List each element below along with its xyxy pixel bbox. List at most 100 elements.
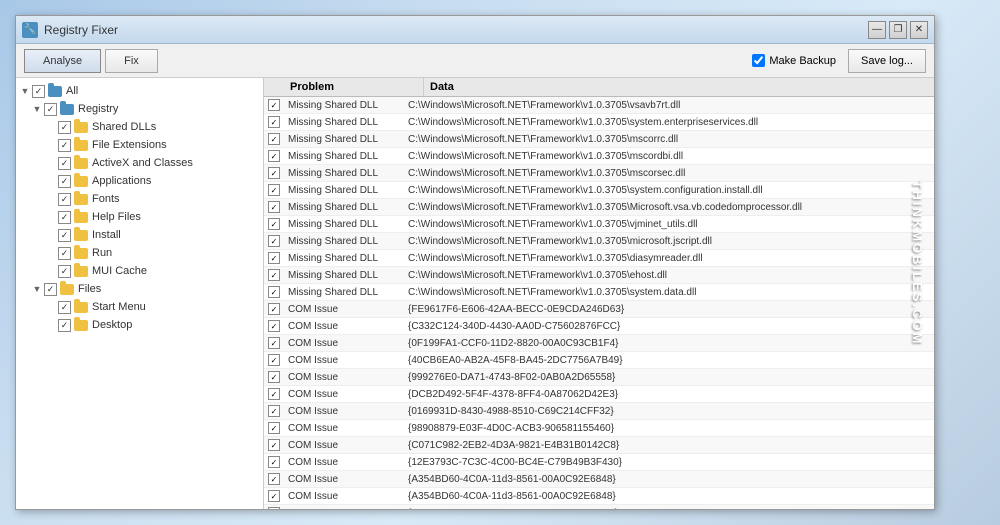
close-button[interactable]: ✕ bbox=[910, 21, 928, 39]
tree-item-desktop[interactable]: ▶ Desktop bbox=[16, 316, 263, 334]
tree-item-activex[interactable]: ▶ ActiveX and Classes bbox=[16, 154, 263, 172]
checkbox-activex[interactable] bbox=[58, 157, 71, 170]
row-check-15[interactable]: ✓ bbox=[264, 354, 284, 366]
row-checkbox-0[interactable]: ✓ bbox=[268, 99, 280, 111]
row-checkbox-11[interactable]: ✓ bbox=[268, 286, 280, 298]
row-checkbox-14[interactable]: ✓ bbox=[268, 337, 280, 349]
row-checkbox-18[interactable]: ✓ bbox=[268, 405, 280, 417]
checkbox-all[interactable] bbox=[32, 85, 45, 98]
row-check-24[interactable]: ✓ bbox=[264, 507, 284, 509]
row-checkbox-3[interactable]: ✓ bbox=[268, 150, 280, 162]
table-row[interactable]: ✓ Missing Shared DLL C:\Windows\Microsof… bbox=[264, 97, 934, 114]
checkbox-registry[interactable] bbox=[44, 103, 57, 116]
row-checkbox-9[interactable]: ✓ bbox=[268, 252, 280, 264]
row-check-20[interactable]: ✓ bbox=[264, 439, 284, 451]
analyse-button[interactable]: Analyse bbox=[24, 49, 101, 73]
row-checkbox-16[interactable]: ✓ bbox=[268, 371, 280, 383]
table-row[interactable]: ✓ COM Issue {A354BD60-4C0A-11d3-8561-00A… bbox=[264, 471, 934, 488]
row-check-19[interactable]: ✓ bbox=[264, 422, 284, 434]
table-row[interactable]: ✓ Missing Shared DLL C:\Windows\Microsof… bbox=[264, 250, 934, 267]
table-row[interactable]: ✓ COM Issue {EE2D6561-D63C-11D2-8561-00A… bbox=[264, 505, 934, 509]
expand-registry-icon[interactable]: ▼ bbox=[30, 102, 44, 116]
make-backup-checkbox[interactable] bbox=[752, 54, 765, 67]
tree-item-start-menu[interactable]: ▶ Start Menu bbox=[16, 298, 263, 316]
table-row[interactable]: ✓ Missing Shared DLL C:\Windows\Microsof… bbox=[264, 216, 934, 233]
checkbox-run[interactable] bbox=[58, 247, 71, 260]
row-checkbox-8[interactable]: ✓ bbox=[268, 235, 280, 247]
row-check-13[interactable]: ✓ bbox=[264, 320, 284, 332]
row-check-11[interactable]: ✓ bbox=[264, 286, 284, 298]
table-row[interactable]: ✓ Missing Shared DLL C:\Windows\Microsof… bbox=[264, 182, 934, 199]
table-row[interactable]: ✓ COM Issue {FE9617F6-E606-42AA-BECC-0E9… bbox=[264, 301, 934, 318]
table-row[interactable]: ✓ Missing Shared DLL C:\Windows\Microsof… bbox=[264, 267, 934, 284]
row-check-8[interactable]: ✓ bbox=[264, 235, 284, 247]
tree-item-mui-cache[interactable]: ▶ MUI Cache bbox=[16, 262, 263, 280]
row-checkbox-24[interactable]: ✓ bbox=[268, 507, 280, 509]
table-row[interactable]: ✓ COM Issue {98908879-E03F-4D0C-ACB3-906… bbox=[264, 420, 934, 437]
row-check-17[interactable]: ✓ bbox=[264, 388, 284, 400]
table-row[interactable]: ✓ Missing Shared DLL C:\Windows\Microsof… bbox=[264, 165, 934, 182]
minimize-button[interactable]: — bbox=[868, 21, 886, 39]
table-row[interactable]: ✓ Missing Shared DLL C:\Windows\Microsof… bbox=[264, 148, 934, 165]
row-check-16[interactable]: ✓ bbox=[264, 371, 284, 383]
table-row[interactable]: ✓ COM Issue {A354BD60-4C0A-11d3-8561-00A… bbox=[264, 488, 934, 505]
table-row[interactable]: ✓ COM Issue {40CB6EA0-AB2A-45F8-BA45-2DC… bbox=[264, 352, 934, 369]
table-row[interactable]: ✓ COM Issue {999276E0-DA71-4743-8F02-0AB… bbox=[264, 369, 934, 386]
checkbox-file-extensions[interactable] bbox=[58, 139, 71, 152]
row-checkbox-21[interactable]: ✓ bbox=[268, 456, 280, 468]
checkbox-files[interactable] bbox=[44, 283, 57, 296]
table-row[interactable]: ✓ COM Issue {C071C982-2EB2-4D3A-9821-E4B… bbox=[264, 437, 934, 454]
row-checkbox-5[interactable]: ✓ bbox=[268, 184, 280, 196]
row-checkbox-13[interactable]: ✓ bbox=[268, 320, 280, 332]
row-check-23[interactable]: ✓ bbox=[264, 490, 284, 502]
expand-all-icon[interactable]: ▼ bbox=[18, 84, 32, 98]
checkbox-desktop[interactable] bbox=[58, 319, 71, 332]
table-row[interactable]: ✓ COM Issue {12E3793C-7C3C-4C00-BC4E-C79… bbox=[264, 454, 934, 471]
tree-item-install[interactable]: ▶ Install bbox=[16, 226, 263, 244]
checkbox-shared-dlls[interactable] bbox=[58, 121, 71, 134]
tree-item-file-extensions[interactable]: ▶ File Extensions bbox=[16, 136, 263, 154]
table-row[interactable]: ✓ Missing Shared DLL C:\Windows\Microsof… bbox=[264, 233, 934, 250]
table-row[interactable]: ✓ Missing Shared DLL C:\Windows\Microsof… bbox=[264, 114, 934, 131]
row-check-6[interactable]: ✓ bbox=[264, 201, 284, 213]
row-check-5[interactable]: ✓ bbox=[264, 184, 284, 196]
restore-button[interactable]: ❐ bbox=[889, 21, 907, 39]
row-checkbox-23[interactable]: ✓ bbox=[268, 490, 280, 502]
tree-item-registry[interactable]: ▼ Registry bbox=[16, 100, 263, 118]
tree-item-applications[interactable]: ▶ Applications bbox=[16, 172, 263, 190]
fix-button[interactable]: Fix bbox=[105, 49, 158, 73]
row-check-22[interactable]: ✓ bbox=[264, 473, 284, 485]
row-checkbox-15[interactable]: ✓ bbox=[268, 354, 280, 366]
row-checkbox-22[interactable]: ✓ bbox=[268, 473, 280, 485]
row-checkbox-12[interactable]: ✓ bbox=[268, 303, 280, 315]
row-check-3[interactable]: ✓ bbox=[264, 150, 284, 162]
row-check-4[interactable]: ✓ bbox=[264, 167, 284, 179]
table-row[interactable]: ✓ COM Issue {0F199FA1-CCF0-11D2-8820-00A… bbox=[264, 335, 934, 352]
row-checkbox-7[interactable]: ✓ bbox=[268, 218, 280, 230]
tree-item-files[interactable]: ▼ Files bbox=[16, 280, 263, 298]
checkbox-install[interactable] bbox=[58, 229, 71, 242]
row-check-21[interactable]: ✓ bbox=[264, 456, 284, 468]
checkbox-fonts[interactable] bbox=[58, 193, 71, 206]
checkbox-help-files[interactable] bbox=[58, 211, 71, 224]
row-checkbox-10[interactable]: ✓ bbox=[268, 269, 280, 281]
row-checkbox-4[interactable]: ✓ bbox=[268, 167, 280, 179]
table-row[interactable]: ✓ COM Issue {DCB2D492-5F4F-4378-8FF4-0A8… bbox=[264, 386, 934, 403]
row-check-0[interactable]: ✓ bbox=[264, 99, 284, 111]
row-checkbox-17[interactable]: ✓ bbox=[268, 388, 280, 400]
save-log-button[interactable]: Save log... bbox=[848, 49, 926, 73]
table-row[interactable]: ✓ Missing Shared DLL C:\Windows\Microsof… bbox=[264, 131, 934, 148]
row-check-7[interactable]: ✓ bbox=[264, 218, 284, 230]
row-check-14[interactable]: ✓ bbox=[264, 337, 284, 349]
row-checkbox-2[interactable]: ✓ bbox=[268, 133, 280, 145]
table-row[interactable]: ✓ COM Issue {C332C124-340D-4430-AA0D-C75… bbox=[264, 318, 934, 335]
table-row[interactable]: ✓ COM Issue {0169931D-8430-4988-8510-C69… bbox=[264, 403, 934, 420]
checkbox-applications[interactable] bbox=[58, 175, 71, 188]
row-check-2[interactable]: ✓ bbox=[264, 133, 284, 145]
row-checkbox-1[interactable]: ✓ bbox=[268, 116, 280, 128]
tree-item-all[interactable]: ▼ All bbox=[16, 82, 263, 100]
row-checkbox-20[interactable]: ✓ bbox=[268, 439, 280, 451]
row-check-12[interactable]: ✓ bbox=[264, 303, 284, 315]
row-check-1[interactable]: ✓ bbox=[264, 116, 284, 128]
checkbox-start-menu[interactable] bbox=[58, 301, 71, 314]
